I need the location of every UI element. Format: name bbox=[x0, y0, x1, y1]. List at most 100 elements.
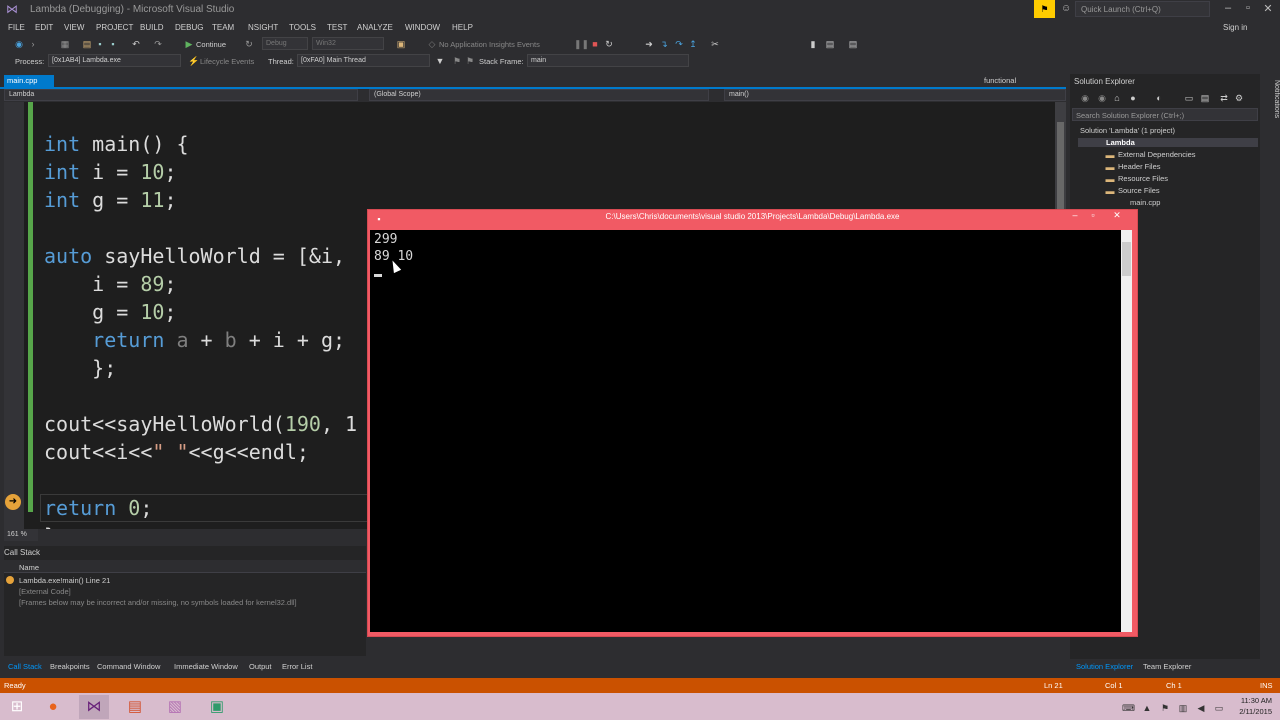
filter-icon[interactable]: ▼ bbox=[435, 56, 445, 66]
editor-hscroll-bar[interactable] bbox=[4, 529, 366, 542]
tray-arrow-icon[interactable]: ▲ bbox=[1142, 703, 1152, 713]
menu-window[interactable]: WINDOW bbox=[405, 23, 440, 32]
forward-icon[interactable]: › bbox=[28, 39, 38, 49]
keyboard-icon[interactable]: ⌨ bbox=[1122, 703, 1135, 713]
flag-threads-icon[interactable]: ⚑ bbox=[452, 56, 462, 66]
forward-icon[interactable]: ◉ bbox=[1097, 93, 1107, 103]
show-all-files-icon[interactable]: ▤ bbox=[1200, 93, 1210, 103]
menu-team[interactable]: TEAM bbox=[212, 23, 234, 32]
call-stack-row[interactable]: Lambda.exe!main() Line 21 bbox=[19, 576, 110, 585]
powerpoint-icon[interactable]: ▤ bbox=[120, 695, 150, 719]
close-icon[interactable]: ✕ bbox=[1258, 2, 1278, 15]
tab-functional[interactable]: functional bbox=[984, 76, 1016, 85]
refresh-icon[interactable]: ↻ bbox=[244, 39, 254, 49]
process-select[interactable]: [0x1AB4] Lambda.exe bbox=[48, 54, 181, 67]
menu-nsight[interactable]: NSIGHT bbox=[248, 23, 278, 32]
solution-search-input[interactable]: Search Solution Explorer (Ctrl+;) bbox=[1072, 108, 1258, 121]
indicator-margin[interactable] bbox=[4, 102, 24, 529]
volume-icon[interactable]: ◀ bbox=[1196, 703, 1206, 713]
name-column-header[interactable]: Name bbox=[19, 563, 39, 572]
back-icon[interactable]: ◉ bbox=[14, 39, 24, 49]
tree-item-main-cpp[interactable]: main.cpp bbox=[1130, 198, 1160, 207]
menu-project[interactable]: PROJECT bbox=[96, 23, 133, 32]
menu-debug[interactable]: DEBUG bbox=[175, 23, 203, 32]
tab-solution-explorer[interactable]: Solution Explorer bbox=[1076, 662, 1133, 671]
menu-help[interactable]: HELP bbox=[452, 23, 473, 32]
tree-item-source-files[interactable]: Source Files bbox=[1118, 186, 1160, 195]
minimize-icon[interactable]: – bbox=[1218, 2, 1238, 14]
tab-main-cpp[interactable]: main.cpp bbox=[4, 75, 54, 87]
home-icon[interactable]: ⌂ bbox=[1112, 93, 1122, 103]
insights-icon[interactable]: ◇ bbox=[427, 39, 437, 49]
tree-item-project[interactable]: Lambda bbox=[1078, 138, 1258, 147]
save-icon[interactable]: ▪ bbox=[95, 39, 105, 49]
zoom-level-select[interactable]: 161 % bbox=[4, 529, 38, 541]
tab-call-stack[interactable]: Call Stack bbox=[8, 662, 42, 671]
tree-item-header-files[interactable]: Header Files bbox=[1118, 162, 1161, 171]
visual-studio-taskbar-icon[interactable]: ⋈ bbox=[79, 695, 109, 719]
collapse-all-icon[interactable]: ▭ bbox=[1184, 93, 1194, 103]
save-all-icon[interactable]: ▪ bbox=[108, 39, 118, 49]
menu-tools[interactable]: TOOLS bbox=[289, 23, 316, 32]
project-dropdown[interactable]: Lambda bbox=[4, 89, 358, 101]
feedback-icon[interactable]: ☺ bbox=[1061, 3, 1071, 14]
menu-test[interactable]: TEST bbox=[327, 23, 347, 32]
undo-icon[interactable]: ↶ bbox=[131, 39, 141, 49]
menu-build[interactable]: BUILD bbox=[140, 23, 164, 32]
tree-item-solution[interactable]: Solution 'Lambda' (1 project) bbox=[1080, 126, 1175, 135]
platform-select[interactable]: Win32 bbox=[312, 37, 384, 50]
find-in-files-icon[interactable]: ▣ bbox=[396, 39, 406, 49]
tree-item-external-dependencies[interactable]: External Dependencies bbox=[1118, 150, 1196, 159]
notification-flag-icon[interactable]: ⚑ bbox=[1034, 0, 1055, 18]
new-project-icon[interactable]: ▦ bbox=[60, 39, 70, 49]
quick-launch-input[interactable]: Quick Launch (Ctrl+Q) bbox=[1075, 1, 1210, 17]
bookmark-icon[interactable]: ▮ bbox=[808, 39, 818, 49]
thread-select[interactable]: [0xFA0] Main Thread bbox=[297, 54, 430, 67]
continue-icon[interactable]: ▶ bbox=[184, 39, 194, 49]
scope-dropdown[interactable]: (Global Scope) bbox=[369, 89, 709, 101]
menu-analyze[interactable]: ANALYZE bbox=[357, 23, 393, 32]
lifecycle-events-dropdown[interactable]: Lifecycle Events bbox=[200, 57, 254, 66]
console-close-icon[interactable]: ✕ bbox=[1108, 210, 1126, 221]
menu-edit[interactable]: EDIT bbox=[35, 23, 53, 32]
sync-icon[interactable]: ⇄ bbox=[1219, 93, 1229, 103]
continue-button[interactable]: Continue bbox=[196, 40, 226, 49]
pending-changes-icon[interactable]: ◐ bbox=[1154, 93, 1164, 103]
call-stack-row[interactable]: [External Code] bbox=[19, 587, 71, 596]
break-all-icon[interactable]: ❚❚ bbox=[574, 39, 589, 49]
step-over-icon[interactable]: ↷ bbox=[674, 39, 684, 49]
tab-error-list[interactable]: Error List bbox=[282, 662, 312, 671]
insights-dropdown[interactable]: No Application Insights Events bbox=[439, 40, 540, 49]
tab-breakpoints[interactable]: Breakpoints bbox=[50, 662, 90, 671]
console-scrollbar[interactable] bbox=[1121, 230, 1132, 632]
properties-icon[interactable]: ⚙ bbox=[1234, 93, 1244, 103]
system-clock[interactable]: 11:30 AM 2/11/2015 bbox=[1228, 695, 1272, 717]
console-taskbar-icon[interactable]: ▣ bbox=[202, 695, 232, 719]
console-maximize-icon[interactable]: ▫ bbox=[1084, 210, 1102, 220]
function-dropdown[interactable]: main() bbox=[724, 89, 1066, 101]
config-select[interactable]: Debug bbox=[262, 37, 308, 50]
show-flagged-icon[interactable]: ⚑ bbox=[465, 56, 475, 66]
console-output-area[interactable] bbox=[370, 230, 1121, 632]
redo-icon[interactable]: ↷ bbox=[153, 39, 163, 49]
restart-icon[interactable]: ↻ bbox=[604, 39, 614, 49]
tree-item-resource-files[interactable]: Resource Files bbox=[1118, 174, 1168, 183]
tab-command-window[interactable]: Command Window bbox=[97, 662, 160, 671]
flag-tray-icon[interactable]: ⚑ bbox=[1160, 703, 1170, 713]
uncomment-icon[interactable]: ▤ bbox=[848, 39, 858, 49]
paint-icon[interactable]: ▧ bbox=[160, 695, 190, 719]
comment-icon[interactable]: ▤ bbox=[825, 39, 835, 49]
maximize-icon[interactable]: ▫ bbox=[1238, 2, 1258, 14]
console-minimize-icon[interactable]: – bbox=[1066, 210, 1084, 220]
call-stack-row[interactable]: [Frames below may be incorrect and/or mi… bbox=[19, 598, 297, 607]
current-statement-icon[interactable]: ➜ bbox=[5, 494, 21, 510]
back-icon[interactable]: ◉ bbox=[1080, 93, 1090, 103]
network-icon[interactable]: ▥ bbox=[1178, 703, 1188, 713]
open-file-icon[interactable]: ▤ bbox=[82, 39, 92, 49]
notifications-tab[interactable]: Notifications bbox=[1262, 80, 1280, 118]
battery-icon[interactable]: ▭ bbox=[1214, 703, 1224, 713]
console-scroll-thumb[interactable] bbox=[1122, 242, 1131, 276]
stack-frame-select[interactable]: main bbox=[527, 54, 689, 67]
show-next-statement-icon[interactable]: ➜ bbox=[644, 39, 654, 49]
code-text[interactable]: int main() {int i = 10; int g = 11; auto … bbox=[44, 130, 357, 529]
